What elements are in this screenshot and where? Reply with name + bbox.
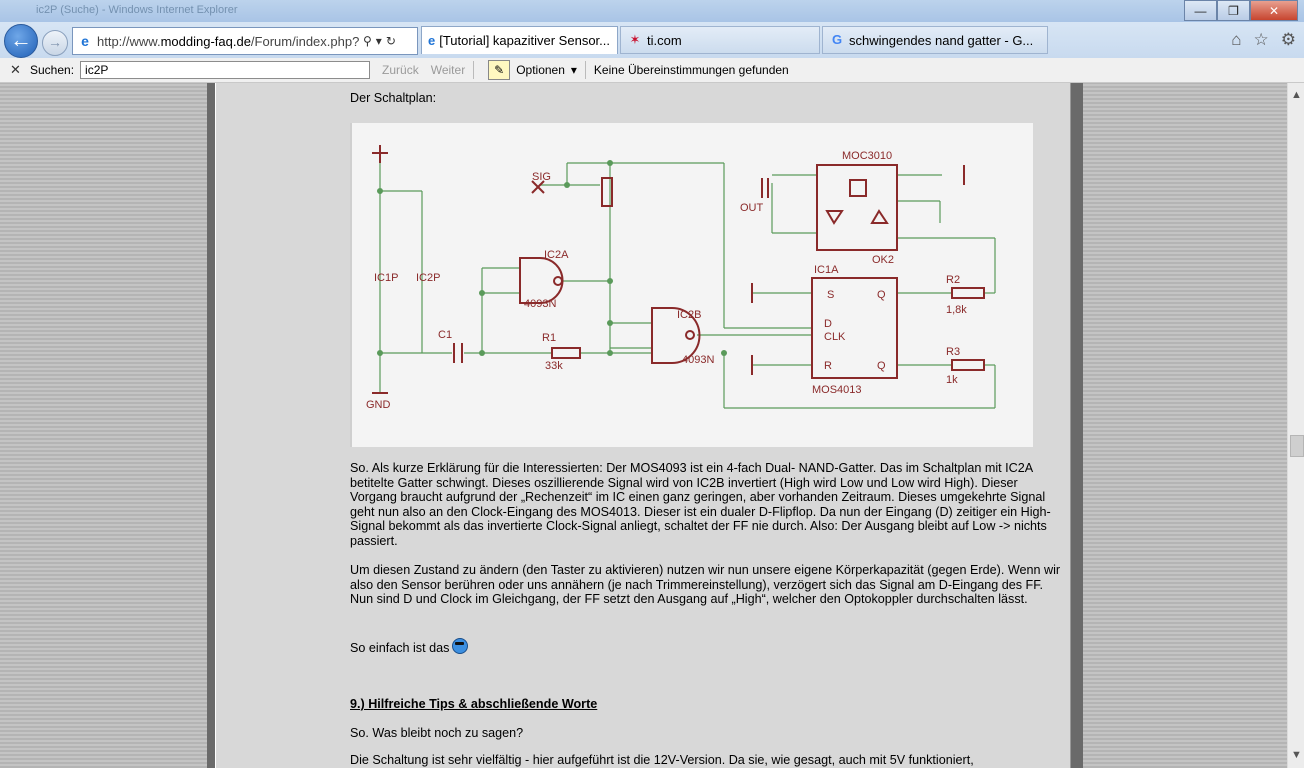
tab-ti[interactable]: ✶ ti.com — [620, 26, 820, 54]
svg-text:33k: 33k — [545, 360, 563, 372]
svg-text:MOS4013: MOS4013 — [812, 384, 862, 396]
svg-text:S: S — [827, 289, 834, 301]
svg-text:1,8k: 1,8k — [946, 304, 967, 316]
forward-button[interactable]: → — [42, 30, 68, 56]
ie-page-icon: e — [428, 32, 436, 48]
find-separator — [584, 61, 586, 79]
svg-text:IC2P: IC2P — [416, 272, 440, 284]
back-button[interactable]: ← — [4, 24, 38, 58]
find-previous-button[interactable]: Zurück — [382, 63, 419, 77]
svg-text:R1: R1 — [542, 332, 556, 344]
vertical-scrollbar[interactable]: ▲ ▼ — [1287, 83, 1304, 768]
close-window-button[interactable]: ✕ — [1250, 0, 1298, 21]
paragraph-simple: So einfach ist das — [350, 638, 1066, 656]
tab-tutorial[interactable]: e [Tutorial] kapazitiver Sensor... ✕ — [421, 26, 618, 54]
circuit-diagram: MOC3010 OK2 IC1A MOS4013 IC2A 4093N IC2B… — [366, 145, 996, 411]
find-input[interactable]: ic2P — [80, 61, 371, 79]
paragraph-explanation: So. Als kurze Erklärung für die Interess… — [350, 461, 1051, 548]
svg-text:CLK: CLK — [824, 331, 846, 343]
refresh-icon[interactable]: ↻ — [386, 34, 396, 48]
find-options-button[interactable]: ✎ Optionen ▾ — [488, 60, 577, 80]
maximize-button[interactable]: ❐ — [1217, 0, 1250, 21]
svg-text:4093N: 4093N — [524, 298, 556, 310]
address-bar[interactable]: e http://www.modding-faq.de/Forum/index.… — [72, 27, 418, 55]
svg-text:Q: Q — [877, 289, 886, 301]
paragraph-capacitance: Um diesen Zustand zu ändern (den Taster … — [350, 563, 1061, 606]
svg-text:IC1A: IC1A — [814, 264, 839, 276]
address-url[interactable]: http://www.modding-faq.de/Forum/index.ph… — [97, 34, 359, 49]
svg-text:4093N: 4093N — [682, 354, 714, 366]
svg-text:R: R — [824, 360, 832, 372]
tab-label: [Tutorial] kapazitiver Sensor... — [439, 33, 610, 48]
find-status: Keine Übereinstimmungen gefunden — [593, 63, 789, 77]
window-titlebar: ic2P (Suche) - Windows Internet Explorer… — [0, 0, 1304, 22]
cool-smiley-icon — [452, 638, 469, 654]
restore-icon: ❐ — [1228, 3, 1239, 18]
google-icon: G — [831, 32, 843, 47]
home-icon[interactable]: ⌂ — [1231, 30, 1241, 50]
highlight-pencil-icon[interactable]: ✎ — [488, 60, 511, 80]
svg-text:OUT: OUT — [740, 202, 764, 214]
navigation-bar: ← → e http://www.modding-faq.de/Forum/in… — [0, 22, 1304, 59]
browser-toolbar-icons: ⌂ ☆ ⚙ — [1231, 30, 1296, 50]
svg-text:IC2B: IC2B — [677, 309, 701, 321]
post-content-body: So. Was bleibt noch zu sagen? — [350, 726, 1066, 741]
svg-text:R2: R2 — [946, 274, 960, 286]
back-arrow-icon: ← — [10, 27, 32, 52]
paragraph-versatility: Die Schaltung ist sehr vielfältig - hier… — [350, 753, 974, 767]
settings-gear-icon[interactable]: ⚙ — [1281, 30, 1296, 50]
post-content-body: Um diesen Zustand zu ändern (den Taster … — [350, 563, 1066, 607]
post-content-body: So. Als kurze Erklärung für die Interess… — [350, 461, 1066, 548]
find-separator — [473, 61, 475, 79]
section-heading: 9.) Hilfreiche Tips & abschließende Wort… — [350, 697, 598, 711]
svg-text:IC2A: IC2A — [544, 249, 569, 261]
scroll-down-icon[interactable]: ▼ — [1288, 747, 1304, 764]
window-title: ic2P (Suche) - Windows Internet Explorer — [36, 4, 238, 16]
svg-text:C1: C1 — [438, 329, 452, 341]
svg-text:MOC3010: MOC3010 — [842, 150, 892, 162]
post-content: Der Schaltplan: — [350, 91, 1066, 106]
tab-label: ti.com — [647, 32, 682, 48]
svg-text:1k: 1k — [946, 374, 958, 386]
find-label: Suchen: — [30, 63, 75, 77]
minimize-button[interactable]: — — [1184, 0, 1217, 21]
ie-page-icon: e — [81, 33, 89, 49]
svg-text:SIG: SIG — [532, 171, 551, 183]
svg-text:OK2: OK2 — [872, 254, 894, 266]
close-find-icon[interactable]: ✕ — [10, 62, 24, 78]
forward-arrow-icon: → — [48, 34, 62, 50]
svg-text:GND: GND — [366, 399, 391, 411]
tab-label: schwingendes nand gatter - G... — [849, 32, 1034, 48]
scroll-up-icon[interactable]: ▲ — [1288, 87, 1304, 104]
window-controls: — ❐ ✕ — [1184, 0, 1298, 21]
ti-logo-icon: ✶ — [629, 32, 641, 47]
tab-close-icon[interactable]: ✕ — [616, 34, 617, 48]
find-bar: ✕ Suchen: ic2P Zurück Weiter ✎ Optionen … — [0, 58, 1304, 83]
schaltplan-heading: Der Schaltplan: — [350, 91, 437, 105]
scrollbar-thumb[interactable] — [1290, 435, 1304, 457]
post-content-body: So einfach ist das — [350, 638, 1066, 656]
schematic-image: MOC3010 OK2 IC1A MOS4013 IC2A 4093N IC2B… — [350, 123, 1033, 447]
find-next-button[interactable]: Weiter — [431, 63, 465, 77]
post-content-body: 9.) Hilfreiche Tips & abschließende Wort… — [350, 697, 1066, 712]
svg-text:Q: Q — [877, 360, 886, 372]
post-content-body: Die Schaltung ist sehr vielfältig - hier… — [350, 753, 1066, 768]
options-label: Optionen — [516, 63, 565, 77]
search-icon[interactable]: ⚲ — [363, 34, 372, 48]
svg-text:R3: R3 — [946, 346, 960, 358]
paragraph-question: So. Was bleibt noch zu sagen? — [350, 726, 524, 740]
favorites-star-icon[interactable]: ☆ — [1254, 30, 1269, 50]
svg-text:D: D — [824, 318, 832, 330]
chevron-down-icon: ▾ — [570, 63, 577, 77]
svg-text:IC1P: IC1P — [374, 272, 398, 284]
tab-google[interactable]: G schwingendes nand gatter - G... — [822, 26, 1048, 54]
dropdown-icon[interactable]: ▾ — [376, 34, 382, 48]
close-icon: ✕ — [1268, 3, 1280, 18]
minimize-icon: — — [1194, 3, 1207, 18]
